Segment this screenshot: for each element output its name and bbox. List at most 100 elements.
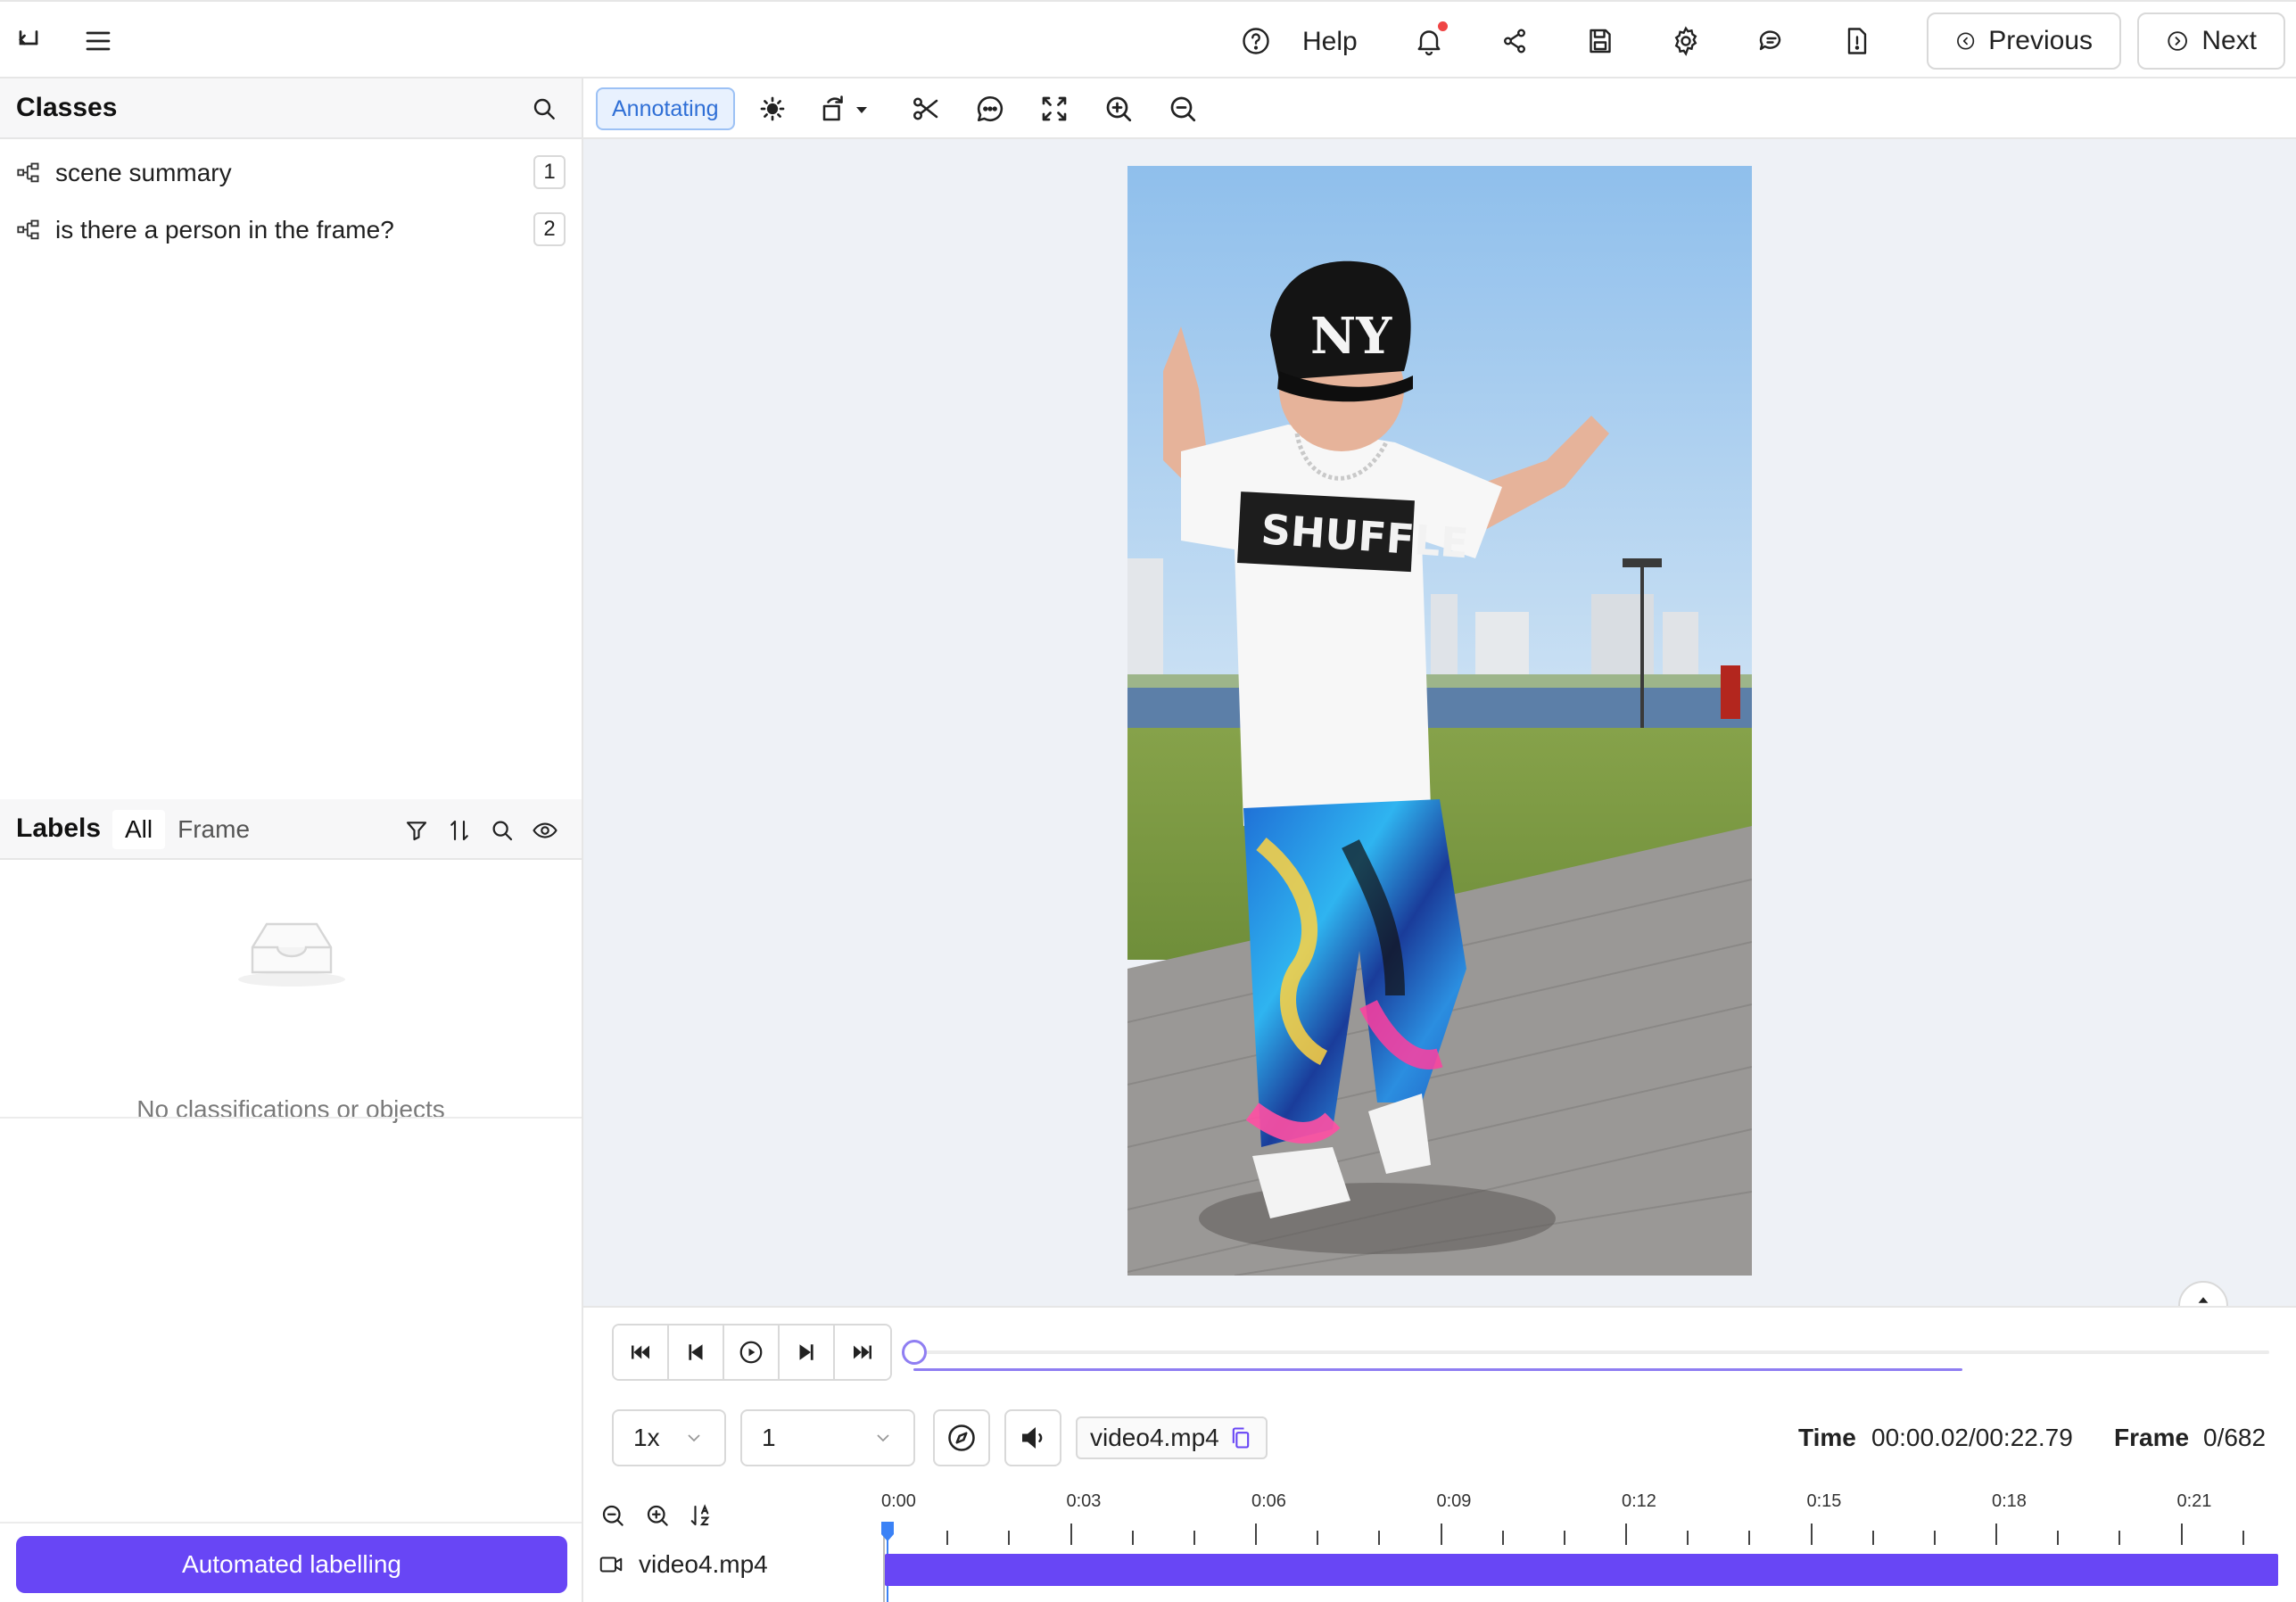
play-circle-icon: [739, 1341, 763, 1364]
play-button[interactable]: [724, 1325, 780, 1379]
fit-to-screen-icon[interactable]: [1038, 93, 1070, 125]
timeline-tick-label: 0:15: [1806, 1491, 1842, 1511]
seek-handle[interactable]: [902, 1340, 928, 1365]
class-label: is there a person in the frame?: [55, 216, 394, 244]
next-button[interactable]: Next: [2137, 12, 2285, 70]
timeline-major-tick: [1440, 1524, 1442, 1545]
next-frame-button[interactable]: [780, 1325, 835, 1379]
timeline-minor-tick: [1563, 1531, 1565, 1545]
help-label[interactable]: Help: [1302, 27, 1358, 57]
audio-button[interactable]: [1004, 1409, 1061, 1466]
video-frame[interactable]: SHUFFLE NY: [1127, 166, 1752, 1276]
previous-frame-button[interactable]: [669, 1325, 724, 1379]
playback-speed-select[interactable]: 1x: [612, 1409, 726, 1466]
search-labels-icon[interactable]: [489, 817, 516, 844]
timeline-minor-tick: [1008, 1531, 1011, 1545]
timeline-minor-tick: [1131, 1531, 1134, 1545]
search-classes-icon[interactable]: [530, 95, 558, 123]
timeline-minor-tick: [1933, 1531, 1936, 1545]
automated-labelling-button[interactable]: Automated labelling: [16, 1536, 567, 1593]
classification-tree-icon: [17, 219, 39, 240]
timeline-major-tick: [1810, 1524, 1813, 1545]
skip-to-end-button[interactable]: [835, 1325, 890, 1379]
timeline-zoom-out-icon[interactable]: [599, 1502, 626, 1529]
annotation-toolbar: Annotating: [583, 78, 2296, 139]
skip-to-start-button[interactable]: [614, 1325, 669, 1379]
timeline-minor-tick: [2057, 1531, 2060, 1545]
frame-step-value: 1: [762, 1424, 776, 1451]
timeline-major-tick: [1255, 1524, 1257, 1545]
top-bar: Help Previous Next: [0, 0, 2296, 78]
sort-alpha-icon[interactable]: [689, 1502, 715, 1529]
share-icon[interactable]: [1497, 23, 1532, 59]
speaker-icon: [1022, 1427, 1043, 1449]
timeline-major-tick: [2180, 1524, 2183, 1545]
comments-icon[interactable]: [1754, 23, 1789, 59]
chevron-left-circle-icon: [1957, 32, 1975, 50]
timeline-major-tick: [1625, 1524, 1627, 1545]
class-item-person-in-frame[interactable]: is there a person in the frame? 2: [0, 203, 582, 257]
chevron-down-icon: [877, 1434, 889, 1442]
previous-label: Previous: [1988, 26, 2093, 55]
video-track-bar[interactable]: [885, 1554, 2278, 1586]
timeline-major-tick: [1070, 1524, 1072, 1545]
frame-step-select[interactable]: 1: [740, 1409, 915, 1466]
filter-icon[interactable]: [403, 817, 430, 844]
timeline-minor-tick: [946, 1531, 949, 1545]
class-label: scene summary: [55, 159, 232, 186]
timeline-tick-label: 0:12: [1622, 1491, 1656, 1511]
compass-button[interactable]: [933, 1409, 990, 1466]
classification-tree-icon: [17, 162, 39, 183]
timeline-minor-tick: [1501, 1531, 1504, 1545]
tab-all[interactable]: All: [112, 810, 166, 849]
annotation-canvas[interactable]: SHUFFLE NY: [583, 139, 2296, 1306]
zoom-out-icon[interactable]: [1167, 93, 1199, 125]
timeline-zoom-in-icon[interactable]: [644, 1502, 671, 1529]
video-frame-image: SHUFFLE NY: [1127, 166, 1752, 1276]
labels-header: Labels All Frame: [0, 799, 582, 860]
rotate-dropdown-caret-icon[interactable]: [851, 93, 872, 125]
back-icon[interactable]: [11, 23, 46, 59]
mode-badge[interactable]: Annotating: [596, 87, 735, 130]
timeline-minor-tick: [1871, 1531, 1874, 1545]
previous-frame-icon: [689, 1344, 703, 1360]
timeline-tick-label: 0:18: [1992, 1491, 2027, 1511]
help-icon[interactable]: [1238, 23, 1274, 59]
copy-icon[interactable]: [1228, 1425, 1253, 1450]
labels-title: Labels: [16, 813, 102, 843]
tab-frame[interactable]: Frame: [165, 810, 262, 849]
cap-text: NY: [1310, 307, 1392, 366]
zoom-in-icon[interactable]: [1103, 93, 1135, 125]
class-item-scene-summary[interactable]: scene summary 1: [0, 146, 582, 200]
visibility-eye-icon[interactable]: [532, 817, 558, 844]
track-row-label: video4.mp4: [598, 1550, 768, 1579]
comment-icon[interactable]: [974, 93, 1006, 125]
class-hotkey: 1: [533, 155, 566, 189]
labels-tabs: All Frame: [112, 810, 262, 849]
menu-icon[interactable]: [80, 23, 116, 59]
compass-icon: [948, 1424, 975, 1451]
report-issue-icon[interactable]: [1839, 23, 1875, 59]
chevron-right-circle-icon: [2168, 31, 2187, 51]
video-camera-icon: [599, 1557, 623, 1573]
previous-button[interactable]: Previous: [1927, 12, 2121, 70]
time-value: 00:00.02/00:22.79: [1871, 1424, 2073, 1451]
timeline-minor-tick: [1748, 1531, 1751, 1545]
empty-inbox-icon: [238, 922, 345, 987]
video-player-controls: 1x 1 video4.mp4 Time 00:00.02/00:22.79 F…: [583, 1306, 2296, 1602]
save-icon[interactable]: [1582, 23, 1618, 59]
scissors-icon[interactable]: [910, 93, 942, 125]
timeline-minor-tick: [1193, 1531, 1195, 1545]
left-panel: Classes scene summary 1 is there a perso…: [0, 78, 583, 1602]
sort-icon[interactable]: [446, 817, 473, 844]
timeline-major-tick: [1995, 1524, 1997, 1545]
settings-gear-icon[interactable]: [1668, 23, 1704, 59]
skip-to-start-icon: [632, 1345, 649, 1359]
skip-to-end-icon: [854, 1345, 871, 1359]
seek-track[interactable]: [913, 1350, 2269, 1354]
notification-dot: [1438, 21, 1448, 31]
timeline-minor-tick: [2118, 1531, 2121, 1545]
empty-state-message: No classifications or objects: [136, 1095, 445, 1123]
rotate-icon[interactable]: [819, 93, 851, 125]
brightness-icon[interactable]: [756, 93, 789, 125]
